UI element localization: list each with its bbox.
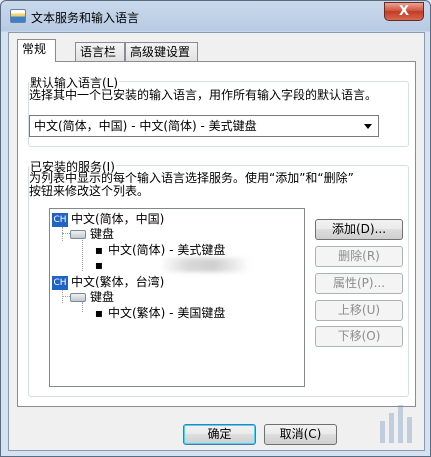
tab-advanced-key-settings[interactable]: 高级键设置 [125, 42, 198, 61]
services-tree[interactable]: CH 中文(简体，中国) 键盘 ▪ 中文(简体) - 美式键盘 ▪ CH 中文(繁体，… [49, 208, 305, 387]
tree-keyboard-label-1: 键盘 [90, 227, 115, 241]
tree-lang-simplified[interactable]: CH 中文(简体，中国) [52, 212, 164, 227]
keyboard-icon [70, 293, 86, 302]
default-language-select[interactable]: 中文(简体，中国) - 中文(简体) - 美式键盘 [29, 115, 379, 137]
dialog-window: 文本服务和输入语言 X 常规 语言栏 高级键设置 默认输入语言(L) 选择其中一… [0, 0, 431, 457]
keyboard-icon [70, 230, 86, 239]
close-button[interactable]: X [384, 2, 424, 21]
tree-keyboard-category-1[interactable]: 键盘 [70, 227, 114, 242]
default-language-value: 中文(简体，中国) - 中文(简体) - 美式键盘 [34, 119, 257, 133]
bullet-icon: ▪ [94, 306, 104, 320]
tree-item-tw-keyboard[interactable]: ▪ 中文(繁体) - 美国键盘 [90, 306, 225, 321]
properties-button[interactable]: 属性(P)... [315, 273, 403, 294]
ok-button[interactable]: 确定 [183, 424, 256, 445]
tree-lang-traditional-label: 中文(繁体，台湾) [71, 275, 165, 289]
title-bar[interactable]: 文本服务和输入语言 X [1, 1, 431, 31]
default-language-description: 选择其中一个已安装的输入语言，用作所有输入字段的默认语言。 [29, 88, 378, 102]
default-language-group: 默认输入语言(L) 选择其中一个已安装的输入语言，用作所有输入字段的默认语言。 … [28, 74, 409, 147]
remove-button[interactable]: 删除(R) [315, 246, 403, 267]
tree-keyboard-category-2[interactable]: 键盘 [70, 290, 114, 305]
installed-services-description-2: 按钮来修改这个列表。 [29, 184, 150, 198]
move-up-button[interactable]: 上移(U) [315, 300, 403, 321]
tree-lang-traditional[interactable]: CH 中文(繁体，台湾) [52, 275, 164, 290]
dialog-client: 常规 语言栏 高级键设置 默认输入语言(L) 选择其中一个已安装的输入语言，用作… [8, 32, 425, 451]
tree-item-tw-keyboard-label: 中文(繁体) - 美国键盘 [108, 306, 226, 320]
tree-lang-simplified-label: 中文(简体，中国) [71, 212, 165, 226]
tab-language-bar[interactable]: 语言栏 [75, 42, 125, 61]
chevron-down-icon [364, 124, 372, 129]
redacted-region [160, 258, 250, 272]
bullet-icon: ▪ [94, 258, 104, 272]
tree-item-redacted[interactable]: ▪ [90, 258, 108, 273]
installed-services-group: 已安装的服务(I) 为列表中显示的每个输入语言选择服务。使用“添加”和“删除” … [28, 158, 409, 397]
language-flag-icon: CH [52, 212, 68, 227]
add-button[interactable]: 添加(D)... [315, 219, 403, 240]
general-tab-panel: 默认输入语言(L) 选择其中一个已安装的输入语言，用作所有输入字段的默认语言。 … [17, 61, 416, 407]
window-title: 文本服务和输入语言 [31, 11, 140, 25]
language-flag-icon: CH [52, 275, 68, 290]
app-icon [10, 9, 26, 23]
bullet-icon: ▪ [94, 243, 104, 257]
move-down-button[interactable]: 下移(O) [315, 326, 403, 347]
tree-item-us-keyboard-label: 中文(简体) - 美式键盘 [108, 243, 226, 257]
watermark-icon [380, 405, 412, 443]
tree-item-us-keyboard[interactable]: ▪ 中文(简体) - 美式键盘 [90, 243, 225, 258]
tree-keyboard-label-2: 键盘 [90, 290, 115, 304]
tab-general[interactable]: 常规 [17, 39, 56, 62]
cancel-button[interactable]: 取消(C) [264, 424, 337, 445]
